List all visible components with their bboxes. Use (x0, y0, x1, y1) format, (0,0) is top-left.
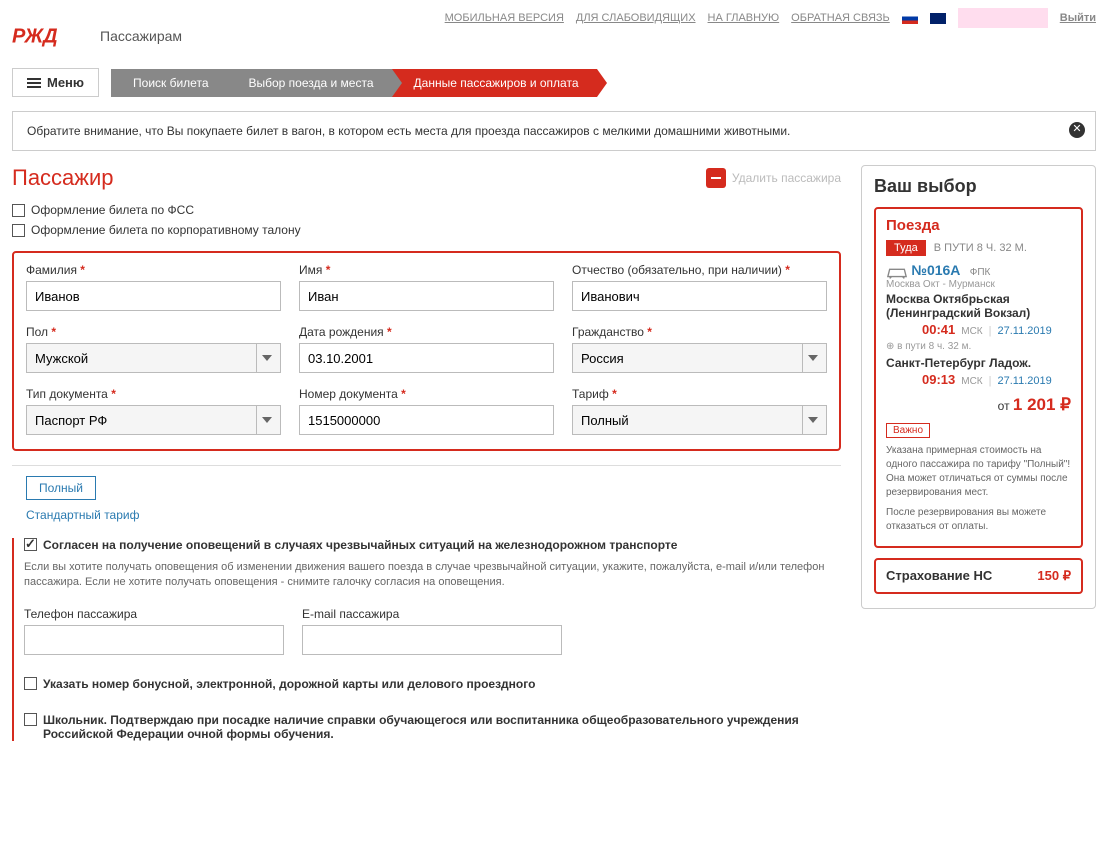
train-icon (886, 265, 908, 279)
link-mobile[interactable]: МОБИЛЬНАЯ ВЕРСИЯ (445, 12, 564, 24)
step-select[interactable]: Выбор поезда и места (227, 69, 392, 97)
close-icon[interactable]: ✕ (1069, 122, 1085, 138)
delete-passenger-button[interactable]: Удалить пассажира (706, 168, 841, 188)
choice-title: Ваш выбор (874, 176, 1083, 197)
link-accessibility[interactable]: ДЛЯ СЛАБОВИДЯЩИХ (576, 12, 696, 24)
docnum-input[interactable] (299, 405, 554, 435)
corp-checkbox[interactable] (12, 224, 25, 237)
link-feedback[interactable]: ОБРАТНАЯ СВЯЗЬ (791, 12, 890, 24)
from-date: 27.11.2019 (998, 325, 1052, 337)
bonus-label: Указать номер бонусной, электронной, дор… (43, 677, 535, 691)
phone-label: Телефон пассажира (24, 607, 284, 621)
docnum-label: Номер документа * (299, 387, 554, 401)
price: от 1 201 ₽ (886, 395, 1071, 415)
citizenship-select[interactable]: Россия (572, 343, 827, 373)
important-badge: Важно (886, 423, 930, 438)
direction-badge: Туда (886, 240, 926, 256)
menu-button[interactable]: Меню (12, 68, 99, 97)
burger-icon (27, 78, 41, 88)
insurance-row[interactable]: Страхование НС 150 ₽ (874, 558, 1083, 594)
transit-time: ⊕ в пути 8 ч. 32 м. (886, 341, 1071, 352)
dob-input[interactable] (299, 343, 554, 373)
middlename-label: Отчество (обязательно, при наличии) * (572, 263, 827, 277)
phone-input[interactable] (24, 625, 284, 655)
tariff-select[interactable]: Полный (572, 405, 827, 435)
user-block[interactable] (958, 8, 1048, 28)
tariff-tab[interactable]: Полный (26, 476, 96, 500)
school-label: Школьник. Подтверждаю при посадке наличи… (43, 713, 841, 741)
train-number[interactable]: №016А (911, 262, 960, 278)
breadcrumb: Поиск билета Выбор поезда и места Данные… (111, 69, 596, 97)
lastname-label: Фамилия * (26, 263, 281, 277)
doctype-label: Тип документа * (26, 387, 281, 401)
consent-checkbox[interactable] (24, 538, 37, 551)
school-checkbox[interactable] (24, 713, 37, 726)
email-label: E-mail пассажира (302, 607, 562, 621)
firstname-input[interactable] (299, 281, 554, 311)
logout-link[interactable]: Выйти (1060, 12, 1096, 24)
notice-banner: Обратите внимание, что Вы покупаете биле… (12, 111, 1096, 151)
passenger-title: Пассажир (12, 165, 114, 191)
choice-panel: Ваш выбор Поезда Туда В ПУТИ 8 Ч. 32 М. … (861, 165, 1096, 609)
from-time: 00:41 (922, 322, 955, 337)
link-home[interactable]: НА ГЛАВНУЮ (708, 12, 780, 24)
middlename-input[interactable] (572, 281, 827, 311)
trains-label: Поезда (886, 217, 1071, 234)
doctype-select[interactable]: Паспорт РФ (26, 405, 281, 435)
tariff-standard-link[interactable]: Стандартный тариф (26, 508, 841, 522)
svg-text:РЖД: РЖД (12, 26, 58, 48)
gender-select[interactable]: Мужской (26, 343, 281, 373)
gender-label: Пол * (26, 325, 281, 339)
train-company: ФПК (970, 267, 991, 278)
email-input[interactable] (302, 625, 562, 655)
citizenship-label: Гражданство * (572, 325, 827, 339)
logo-subtitle: Пассажирам (100, 28, 182, 44)
consent-text: Если вы хотите получать оповещения об из… (24, 560, 841, 591)
step-passenger[interactable]: Данные пассажиров и оплата (392, 69, 597, 97)
cancel-note: После резервирования вы можете отказатьс… (886, 506, 1071, 534)
consent-label: Согласен на получение оповещений в случа… (43, 538, 677, 552)
to-time: 09:13 (922, 372, 955, 387)
step-search[interactable]: Поиск билета (111, 69, 226, 97)
passenger-form: Фамилия * Имя * Отчество (обязательно, п… (12, 251, 841, 451)
price-note: Указана примерная стоимость на одного па… (886, 444, 1071, 500)
from-station: Москва Октябрьская (Ленинградский Вокзал… (886, 292, 1071, 320)
rzd-logo-icon[interactable]: РЖД (12, 20, 92, 52)
to-station: Санкт-Петербург Ладож. (886, 356, 1071, 370)
route: Москва Окт - Мурманск (886, 279, 1071, 290)
lastname-input[interactable] (26, 281, 281, 311)
fss-checkbox[interactable] (12, 204, 25, 217)
tariff-label: Тариф * (572, 387, 827, 401)
firstname-label: Имя * (299, 263, 554, 277)
lang-ru-icon[interactable] (902, 13, 918, 24)
dob-label: Дата рождения * (299, 325, 554, 339)
bonus-checkbox[interactable] (24, 677, 37, 690)
to-date: 27.11.2019 (998, 375, 1052, 387)
lang-en-icon[interactable] (930, 13, 946, 24)
duration-top: В ПУТИ 8 Ч. 32 М. (934, 242, 1027, 254)
minus-icon (706, 168, 726, 188)
